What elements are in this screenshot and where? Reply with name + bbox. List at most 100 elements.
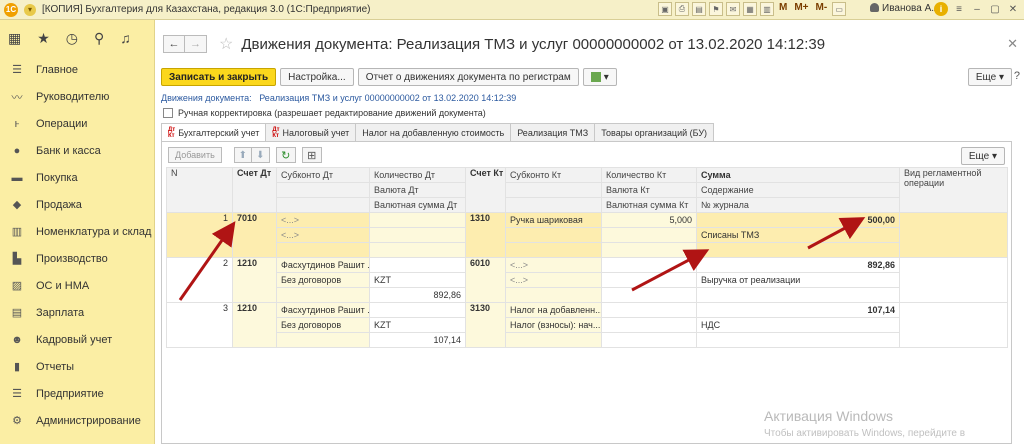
add-button[interactable]: Добавить — [168, 147, 222, 163]
move-down-button[interactable]: ⬇ — [251, 147, 270, 163]
row-subkonto-dt[interactable]: Без договоров — [276, 317, 370, 333]
sidebar-item-bank[interactable]: ● Банк и касса — [0, 137, 154, 164]
col-header-op-type[interactable]: Вид регламентной операции — [899, 167, 1008, 213]
table-row[interactable]: 3 1210 Фасхутдинов Рашит ... 3130 Налог … — [166, 302, 1008, 348]
manual-correction-checkbox[interactable] — [163, 108, 173, 118]
col-header-n[interactable]: N — [166, 167, 233, 213]
row-subkonto-kt[interactable]: <...> — [505, 257, 602, 273]
search-icon[interactable]: ⚲ — [94, 30, 104, 47]
tab-accounting[interactable]: Дт Кт Бухгалтерский учет — [161, 123, 267, 142]
tab-tax[interactable]: Дт Кт Налоговый учет — [265, 123, 357, 141]
select-column-button[interactable]: ⊞ — [301, 147, 322, 163]
row-acc-dt[interactable]: 1210 — [232, 257, 277, 303]
export-dropdown-button[interactable]: ▾ — [582, 68, 617, 86]
register-report-button[interactable]: Отчет о движениях документа по регистрам — [357, 68, 579, 86]
row-subkonto-kt[interactable]: Налог на добавленн... — [505, 302, 602, 318]
sidebar-item-salary[interactable]: ▤ Зарплата — [0, 299, 154, 326]
row-cur-kt[interactable] — [601, 317, 697, 333]
sidebar-item-admin[interactable]: ⚙ Администрирование — [0, 407, 154, 434]
col-header-cur-dt[interactable]: Валюта Дт — [369, 182, 466, 198]
row-cur-dt[interactable] — [369, 227, 466, 243]
col-header-cur-kt[interactable]: Валюта Кт — [601, 182, 697, 198]
row-subkonto-dt[interactable]: Без договоров — [276, 272, 370, 288]
row-subkonto-dt[interactable]: <...> — [276, 227, 370, 243]
col-header-cursum-kt[interactable]: Валютная сумма Кт — [601, 197, 697, 213]
memory-button[interactable]: M — [777, 2, 789, 16]
row-cur-dt[interactable]: KZT — [369, 317, 466, 333]
info-icon[interactable]: i — [934, 2, 948, 16]
table-row[interactable] — [167, 242, 1008, 258]
close-document-icon[interactable]: ✕ — [1007, 36, 1018, 52]
back-button[interactable]: ← — [163, 35, 185, 53]
row-acc-dt[interactable]: 1210 — [232, 302, 277, 348]
maximize-icon[interactable]: ▢ — [988, 2, 1002, 16]
row-acc-kt[interactable]: 1310 — [465, 212, 506, 258]
row-subkonto-kt[interactable]: Налог (взносы): нач... — [505, 317, 602, 333]
table-row[interactable]: Без договоров KZT Налог (взносы): нач...… — [167, 317, 1008, 333]
sidebar-item-assets[interactable]: ▨ ОС и НМА — [0, 272, 154, 299]
row-op-type[interactable] — [899, 212, 1008, 258]
row-content[interactable]: НДС — [696, 317, 900, 333]
row-qty-kt[interactable] — [601, 302, 697, 318]
col-header-qty-kt[interactable]: Количество Кт — [601, 167, 697, 183]
col-header-sum[interactable]: Сумма — [696, 167, 900, 183]
sidebar-item-main[interactable]: ☰ Главное — [0, 56, 154, 83]
preview-icon[interactable]: ▤ — [692, 2, 706, 16]
row-journal[interactable] — [696, 242, 900, 258]
col-header-cursum-dt[interactable]: Валютная сумма Дт — [369, 197, 466, 213]
col-header-content[interactable]: Содержание — [696, 182, 900, 198]
table-row[interactable]: 107,14 — [167, 332, 1008, 348]
row-journal[interactable] — [696, 332, 900, 348]
sidebar-item-reports[interactable]: ▮ Отчеты — [0, 353, 154, 380]
favorite-star-icon[interactable]: ☆ — [219, 34, 233, 54]
save-and-close-button[interactable]: Записать и закрыть — [161, 68, 277, 86]
row-op-type[interactable] — [899, 257, 1008, 303]
row-qty-kt[interactable] — [601, 257, 697, 273]
row-content[interactable]: Списаны ТМЗ — [696, 227, 900, 243]
row-op-type[interactable] — [899, 302, 1008, 348]
col-header-journal[interactable]: № журнала — [696, 197, 900, 213]
memory-plus-button[interactable]: M+ — [792, 2, 810, 16]
more-button[interactable]: Еще ▾ — [967, 68, 1012, 86]
minimize-icon[interactable]: – — [970, 2, 984, 16]
close-icon[interactable]: ✕ — [1006, 2, 1020, 16]
row-subkonto-kt[interactable]: Ручка шариковая — [505, 212, 602, 228]
sidebar-item-operations[interactable]: ⱶ Операции — [0, 110, 154, 137]
row-subkonto-kt[interactable]: <...> — [505, 272, 602, 288]
window-list-icon[interactable]: ▭ — [832, 2, 847, 16]
document-link[interactable]: Реализация ТМЗ и услуг 00000000002 от 13… — [259, 93, 516, 103]
sidebar-item-manager[interactable]: 〰 Руководителю — [0, 83, 154, 110]
save-icon[interactable]: ▣ — [658, 2, 672, 16]
app-menu-icon[interactable]: ▾ — [24, 3, 36, 16]
row-cur-dt[interactable]: KZT — [369, 272, 466, 288]
row-cursum-dt[interactable]: 107,14 — [369, 332, 466, 348]
mail-icon[interactable]: ✉ — [726, 2, 740, 16]
row-sum[interactable]: 892,86 — [696, 257, 900, 273]
row-subkonto-dt[interactable]: Фасхутдинов Рашит ... — [276, 302, 370, 318]
notifications-icon[interactable]: ♫ — [120, 30, 131, 46]
move-up-button[interactable]: ⬆ — [233, 147, 252, 163]
print-icon[interactable]: ⎙ — [675, 2, 689, 16]
current-user[interactable]: Иванова А.А. — [870, 3, 943, 14]
row-content[interactable]: Выручка от реализации — [696, 272, 900, 288]
row-number[interactable]: 3 — [166, 302, 233, 348]
sidebar-item-production[interactable]: ▙ Производство — [0, 245, 154, 272]
row-acc-dt[interactable]: 7010 — [232, 212, 277, 258]
panel-more-button[interactable]: Еще ▾ — [960, 147, 1005, 165]
sidebar-item-enterprise[interactable]: ☰ Предприятие — [0, 380, 154, 407]
calculator-icon[interactable]: ▦ — [743, 2, 757, 16]
row-qty-dt[interactable] — [369, 257, 466, 273]
row-cur-kt[interactable] — [601, 227, 697, 243]
forward-button[interactable]: → — [185, 35, 207, 53]
tab-vat[interactable]: Налог на добавленную стоимость — [355, 123, 512, 141]
row-number[interactable]: 1 — [166, 212, 233, 258]
tab-goods[interactable]: Товары организаций (БУ) — [594, 123, 715, 141]
row-sum[interactable]: 500,00 — [696, 212, 900, 228]
tab-sales-tmz[interactable]: Реализация ТМЗ — [510, 123, 596, 141]
sidebar-item-purchase[interactable]: ▬ Покупка — [0, 164, 154, 191]
row-cur-kt[interactable] — [601, 272, 697, 288]
col-header-subkonto-kt[interactable]: Субконто Кт — [505, 167, 602, 183]
row-acc-kt[interactable]: 6010 — [465, 257, 506, 303]
row-qty-dt[interactable] — [369, 212, 466, 228]
menu-icon[interactable]: ≡ — [952, 2, 966, 16]
